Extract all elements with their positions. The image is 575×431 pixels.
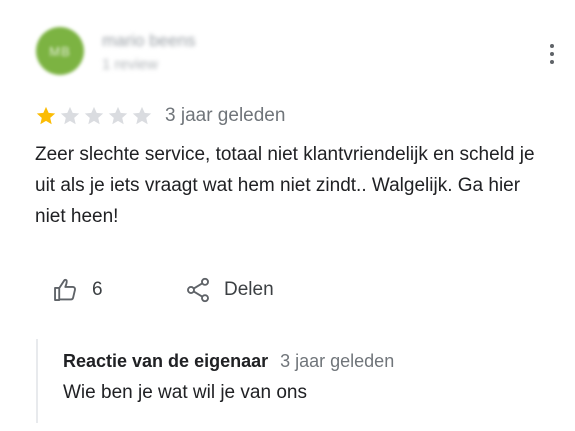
star-filled-icon	[36, 106, 56, 125]
owner-response-label: Reactie van de eigenaar	[63, 351, 269, 371]
like-count: 6	[92, 279, 103, 300]
more-vertical-icon-dot	[550, 60, 554, 64]
share-label: Delen	[224, 279, 274, 300]
review-text: Zeer slechte service, totaal niet klantv…	[35, 144, 535, 227]
more-vertical-icon-dot	[550, 52, 554, 56]
reviewer-review-count: 1 review	[102, 56, 158, 73]
star-empty-icon	[84, 106, 104, 125]
avatar-initials: MB	[49, 43, 71, 59]
owner-response-date: 3 jaar geleden	[280, 351, 395, 371]
like-button[interactable]: 6	[52, 270, 103, 310]
share-icon	[187, 277, 209, 303]
more-vertical-icon	[550, 44, 554, 48]
star-empty-icon	[108, 106, 128, 125]
rating-row: 3 jaar geleden	[35, 102, 285, 130]
review-date: 3 jaar geleden	[165, 105, 286, 126]
star-rating	[35, 105, 155, 127]
owner-response-header: Reactie van de eigenaar 3 jaar geleden	[63, 351, 394, 372]
reviewer-name[interactable]: mario beens	[102, 31, 196, 51]
star-empty-icon	[60, 106, 80, 125]
review-card: MB mario beens 1 review 3 jaar geleden Z…	[0, 0, 575, 431]
thumb-up-icon	[54, 278, 76, 301]
share-button[interactable]: Delen	[184, 270, 274, 310]
star-empty-icon	[132, 106, 152, 125]
more-options-button[interactable]	[538, 38, 566, 70]
reviewer-avatar[interactable]: MB	[36, 27, 84, 75]
owner-response: Reactie van de eigenaar 3 jaar geleden W…	[36, 339, 558, 423]
owner-response-text: Wie ben je wat wil je van ons	[63, 382, 307, 403]
